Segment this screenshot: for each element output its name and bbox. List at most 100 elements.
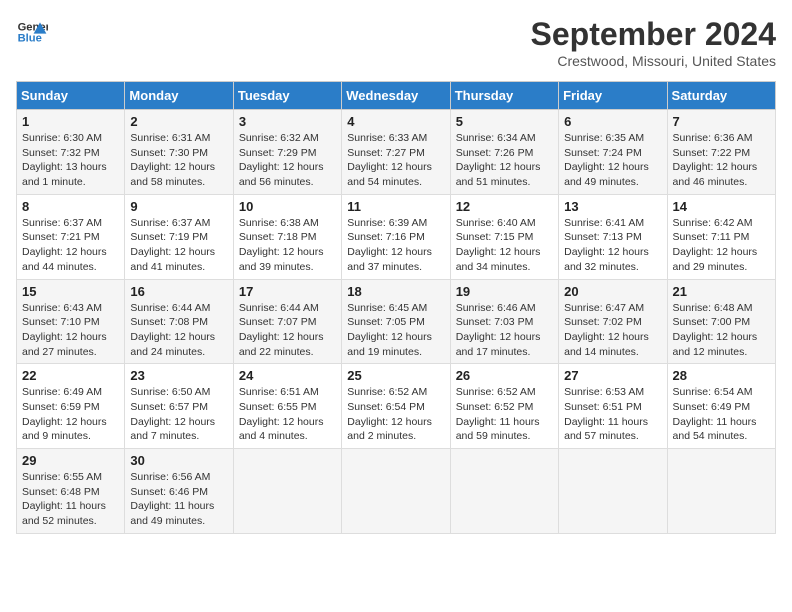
- calendar-day-cell: [342, 449, 450, 534]
- calendar-day-cell: [450, 449, 558, 534]
- day-info: Sunrise: 6:47 AM Sunset: 7:02 PM Dayligh…: [564, 301, 661, 360]
- day-number: 5: [456, 114, 553, 129]
- calendar-day-cell: 8 Sunrise: 6:37 AM Sunset: 7:21 PM Dayli…: [17, 194, 125, 279]
- day-info: Sunrise: 6:45 AM Sunset: 7:05 PM Dayligh…: [347, 301, 444, 360]
- calendar-day-cell: 24 Sunrise: 6:51 AM Sunset: 6:55 PM Dayl…: [233, 364, 341, 449]
- day-number: 12: [456, 199, 553, 214]
- calendar-day-cell: 15 Sunrise: 6:43 AM Sunset: 7:10 PM Dayl…: [17, 279, 125, 364]
- day-number: 19: [456, 284, 553, 299]
- calendar-day-cell: 29 Sunrise: 6:55 AM Sunset: 6:48 PM Dayl…: [17, 449, 125, 534]
- day-number: 4: [347, 114, 444, 129]
- day-number: 24: [239, 368, 336, 383]
- day-number: 21: [673, 284, 770, 299]
- day-info: Sunrise: 6:46 AM Sunset: 7:03 PM Dayligh…: [456, 301, 553, 360]
- calendar-day-cell: 4 Sunrise: 6:33 AM Sunset: 7:27 PM Dayli…: [342, 110, 450, 195]
- day-info: Sunrise: 6:31 AM Sunset: 7:30 PM Dayligh…: [130, 131, 227, 190]
- day-number: 20: [564, 284, 661, 299]
- day-info: Sunrise: 6:42 AM Sunset: 7:11 PM Dayligh…: [673, 216, 770, 275]
- calendar-day-cell: 3 Sunrise: 6:32 AM Sunset: 7:29 PM Dayli…: [233, 110, 341, 195]
- day-info: Sunrise: 6:55 AM Sunset: 6:48 PM Dayligh…: [22, 470, 119, 529]
- day-number: 13: [564, 199, 661, 214]
- calendar-day-cell: 19 Sunrise: 6:46 AM Sunset: 7:03 PM Dayl…: [450, 279, 558, 364]
- day-number: 26: [456, 368, 553, 383]
- day-info: Sunrise: 6:39 AM Sunset: 7:16 PM Dayligh…: [347, 216, 444, 275]
- day-info: Sunrise: 6:32 AM Sunset: 7:29 PM Dayligh…: [239, 131, 336, 190]
- day-number: 7: [673, 114, 770, 129]
- location: Crestwood, Missouri, United States: [531, 53, 776, 69]
- calendar-header-row: SundayMondayTuesdayWednesdayThursdayFrid…: [17, 82, 776, 110]
- title-block: September 2024 Crestwood, Missouri, Unit…: [531, 16, 776, 69]
- day-number: 11: [347, 199, 444, 214]
- day-info: Sunrise: 6:43 AM Sunset: 7:10 PM Dayligh…: [22, 301, 119, 360]
- day-info: Sunrise: 6:30 AM Sunset: 7:32 PM Dayligh…: [22, 131, 119, 190]
- day-info: Sunrise: 6:36 AM Sunset: 7:22 PM Dayligh…: [673, 131, 770, 190]
- day-number: 22: [22, 368, 119, 383]
- day-number: 16: [130, 284, 227, 299]
- calendar-day-cell: [667, 449, 775, 534]
- calendar-day-cell: 20 Sunrise: 6:47 AM Sunset: 7:02 PM Dayl…: [559, 279, 667, 364]
- day-info: Sunrise: 6:33 AM Sunset: 7:27 PM Dayligh…: [347, 131, 444, 190]
- day-info: Sunrise: 6:56 AM Sunset: 6:46 PM Dayligh…: [130, 470, 227, 529]
- weekday-header: Tuesday: [233, 82, 341, 110]
- day-number: 2: [130, 114, 227, 129]
- calendar-day-cell: 17 Sunrise: 6:44 AM Sunset: 7:07 PM Dayl…: [233, 279, 341, 364]
- day-info: Sunrise: 6:52 AM Sunset: 6:52 PM Dayligh…: [456, 385, 553, 444]
- day-info: Sunrise: 6:37 AM Sunset: 7:19 PM Dayligh…: [130, 216, 227, 275]
- calendar-day-cell: 30 Sunrise: 6:56 AM Sunset: 6:46 PM Dayl…: [125, 449, 233, 534]
- calendar-day-cell: 1 Sunrise: 6:30 AM Sunset: 7:32 PM Dayli…: [17, 110, 125, 195]
- calendar-day-cell: 13 Sunrise: 6:41 AM Sunset: 7:13 PM Dayl…: [559, 194, 667, 279]
- day-info: Sunrise: 6:34 AM Sunset: 7:26 PM Dayligh…: [456, 131, 553, 190]
- calendar-day-cell: 10 Sunrise: 6:38 AM Sunset: 7:18 PM Dayl…: [233, 194, 341, 279]
- calendar-day-cell: 2 Sunrise: 6:31 AM Sunset: 7:30 PM Dayli…: [125, 110, 233, 195]
- day-info: Sunrise: 6:48 AM Sunset: 7:00 PM Dayligh…: [673, 301, 770, 360]
- day-number: 27: [564, 368, 661, 383]
- day-info: Sunrise: 6:51 AM Sunset: 6:55 PM Dayligh…: [239, 385, 336, 444]
- day-number: 1: [22, 114, 119, 129]
- calendar-day-cell: 14 Sunrise: 6:42 AM Sunset: 7:11 PM Dayl…: [667, 194, 775, 279]
- day-number: 18: [347, 284, 444, 299]
- day-info: Sunrise: 6:50 AM Sunset: 6:57 PM Dayligh…: [130, 385, 227, 444]
- calendar-week-row: 15 Sunrise: 6:43 AM Sunset: 7:10 PM Dayl…: [17, 279, 776, 364]
- calendar-day-cell: 5 Sunrise: 6:34 AM Sunset: 7:26 PM Dayli…: [450, 110, 558, 195]
- day-number: 28: [673, 368, 770, 383]
- calendar-day-cell: [233, 449, 341, 534]
- calendar-day-cell: 18 Sunrise: 6:45 AM Sunset: 7:05 PM Dayl…: [342, 279, 450, 364]
- day-number: 8: [22, 199, 119, 214]
- day-number: 3: [239, 114, 336, 129]
- day-info: Sunrise: 6:40 AM Sunset: 7:15 PM Dayligh…: [456, 216, 553, 275]
- day-number: 10: [239, 199, 336, 214]
- calendar-day-cell: 11 Sunrise: 6:39 AM Sunset: 7:16 PM Dayl…: [342, 194, 450, 279]
- day-number: 9: [130, 199, 227, 214]
- day-number: 23: [130, 368, 227, 383]
- svg-text:Blue: Blue: [18, 33, 42, 45]
- day-info: Sunrise: 6:38 AM Sunset: 7:18 PM Dayligh…: [239, 216, 336, 275]
- calendar-table: SundayMondayTuesdayWednesdayThursdayFrid…: [16, 81, 776, 534]
- day-info: Sunrise: 6:37 AM Sunset: 7:21 PM Dayligh…: [22, 216, 119, 275]
- weekday-header: Thursday: [450, 82, 558, 110]
- day-info: Sunrise: 6:52 AM Sunset: 6:54 PM Dayligh…: [347, 385, 444, 444]
- logo-icon: General Blue: [16, 16, 48, 48]
- day-info: Sunrise: 6:41 AM Sunset: 7:13 PM Dayligh…: [564, 216, 661, 275]
- weekday-header: Friday: [559, 82, 667, 110]
- day-number: 14: [673, 199, 770, 214]
- calendar-day-cell: 22 Sunrise: 6:49 AM Sunset: 6:59 PM Dayl…: [17, 364, 125, 449]
- page-header: General Blue September 2024 Crestwood, M…: [16, 16, 776, 69]
- calendar-day-cell: 16 Sunrise: 6:44 AM Sunset: 7:08 PM Dayl…: [125, 279, 233, 364]
- day-info: Sunrise: 6:54 AM Sunset: 6:49 PM Dayligh…: [673, 385, 770, 444]
- calendar-day-cell: 7 Sunrise: 6:36 AM Sunset: 7:22 PM Dayli…: [667, 110, 775, 195]
- calendar-day-cell: 23 Sunrise: 6:50 AM Sunset: 6:57 PM Dayl…: [125, 364, 233, 449]
- day-info: Sunrise: 6:35 AM Sunset: 7:24 PM Dayligh…: [564, 131, 661, 190]
- day-number: 17: [239, 284, 336, 299]
- day-number: 30: [130, 453, 227, 468]
- weekday-header: Saturday: [667, 82, 775, 110]
- day-info: Sunrise: 6:44 AM Sunset: 7:08 PM Dayligh…: [130, 301, 227, 360]
- calendar-day-cell: 27 Sunrise: 6:53 AM Sunset: 6:51 PM Dayl…: [559, 364, 667, 449]
- calendar-day-cell: 21 Sunrise: 6:48 AM Sunset: 7:00 PM Dayl…: [667, 279, 775, 364]
- calendar-day-cell: 26 Sunrise: 6:52 AM Sunset: 6:52 PM Dayl…: [450, 364, 558, 449]
- calendar-week-row: 8 Sunrise: 6:37 AM Sunset: 7:21 PM Dayli…: [17, 194, 776, 279]
- day-info: Sunrise: 6:44 AM Sunset: 7:07 PM Dayligh…: [239, 301, 336, 360]
- calendar-day-cell: 9 Sunrise: 6:37 AM Sunset: 7:19 PM Dayli…: [125, 194, 233, 279]
- calendar-day-cell: 25 Sunrise: 6:52 AM Sunset: 6:54 PM Dayl…: [342, 364, 450, 449]
- day-number: 15: [22, 284, 119, 299]
- weekday-header: Monday: [125, 82, 233, 110]
